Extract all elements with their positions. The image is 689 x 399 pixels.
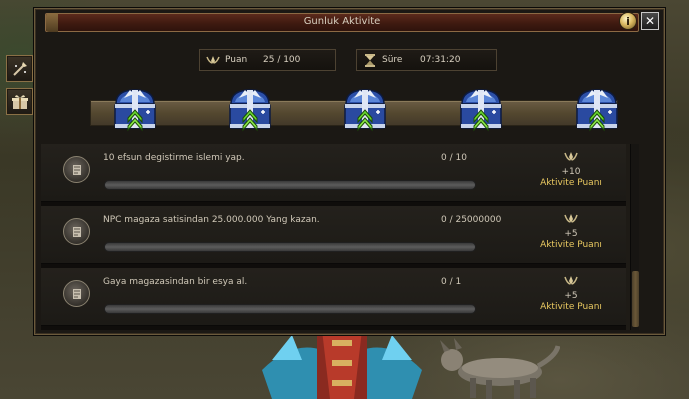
- task-count: 0 / 25000000: [441, 215, 502, 225]
- scroll-thumb[interactable]: [632, 271, 639, 327]
- wand-icon: [12, 61, 27, 76]
- activity-points-icon: [521, 150, 621, 166]
- reward-amount: +5: [564, 229, 578, 239]
- task-scroll-icon: [63, 218, 90, 245]
- task-count: 0 / 10: [441, 153, 467, 163]
- reward-amount: +10: [561, 167, 581, 177]
- reward-label: Aktivite Puanı: [540, 178, 602, 188]
- wolf-creature: [440, 338, 560, 399]
- side-button-gift[interactable]: [6, 88, 33, 115]
- task-list: 10 efsun degistirme islemi yap. 0 / 10 +…: [41, 144, 639, 330]
- player-character: [262, 330, 422, 399]
- activity-points-icon: [521, 212, 621, 228]
- task-progress-bar: [104, 304, 476, 314]
- reward-chest-icon[interactable]: [110, 84, 160, 136]
- task-reward: +5 Aktivite Puanı: [521, 274, 621, 313]
- activity-points-icon: [521, 274, 621, 290]
- reward-chest-icon[interactable]: [456, 84, 506, 136]
- info-button[interactable]: i: [619, 12, 637, 30]
- task-description: 10 efsun degistirme islemi yap.: [103, 153, 245, 163]
- time-label: Süre: [382, 55, 403, 65]
- gift-box-icon: [11, 94, 28, 109]
- task-row: Gaya magazasindan bir esya al. 0 / 1 +5 …: [41, 268, 639, 326]
- task-row: NPC magaza satisindan 25.000.000 Yang ka…: [41, 206, 639, 264]
- close-icon: ✕: [644, 14, 656, 28]
- reward-amount: +5: [564, 291, 578, 301]
- task-reward: +10 Aktivite Puanı: [521, 150, 621, 189]
- task-description: NPC magaza satisindan 25.000.000 Yang ka…: [103, 215, 320, 225]
- time-box: Süre 07:31:20: [356, 49, 497, 71]
- points-box: Puan 25 / 100: [199, 49, 336, 71]
- reward-label: Aktivite Puanı: [540, 302, 602, 312]
- reward-label: Aktivite Puanı: [540, 240, 602, 250]
- hourglass-icon: [362, 52, 378, 68]
- task-description: Gaya magazasindan bir esya al.: [103, 277, 248, 287]
- points-value: 25 / 100: [263, 55, 301, 65]
- side-button-wand[interactable]: [6, 55, 33, 82]
- daily-activity-window: Gunluk Aktivite i ✕ Puan 25 / 100 Süre 0…: [34, 8, 665, 335]
- reward-chest-icon[interactable]: [340, 84, 390, 136]
- task-scroll-icon: [63, 280, 90, 307]
- reward-chest-icon[interactable]: [572, 84, 622, 136]
- time-value: 07:31:20: [420, 55, 461, 65]
- info-icon: i: [626, 14, 630, 28]
- task-scroll-icon: [63, 156, 90, 183]
- reward-chest-icon[interactable]: [225, 84, 275, 136]
- task-progress-bar: [104, 180, 476, 190]
- window-title: Gunluk Aktivite: [303, 16, 381, 27]
- task-progress-bar: [104, 242, 476, 252]
- task-reward: +5 Aktivite Puanı: [521, 212, 621, 251]
- points-label: Puan: [225, 55, 248, 65]
- title-bar[interactable]: Gunluk Aktivite: [45, 13, 639, 32]
- scrollbar[interactable]: [630, 144, 639, 330]
- close-button[interactable]: ✕: [641, 12, 659, 30]
- task-row: 10 efsun degistirme islemi yap. 0 / 10 +…: [41, 144, 639, 202]
- task-count: 0 / 1: [441, 277, 462, 287]
- activity-points-icon: [205, 52, 221, 68]
